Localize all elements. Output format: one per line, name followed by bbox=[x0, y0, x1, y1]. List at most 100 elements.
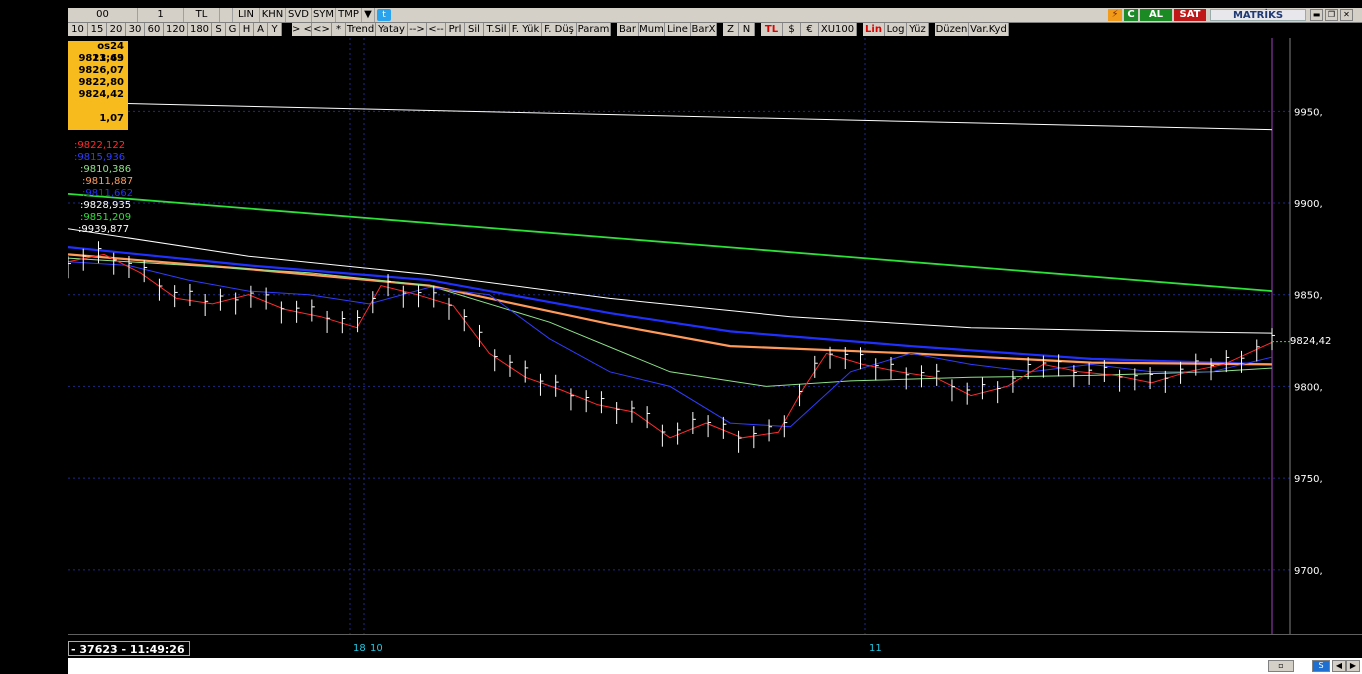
toolbar-button-40[interactable]: Lin bbox=[863, 23, 885, 36]
row1-field-4[interactable]: LIN bbox=[233, 8, 260, 22]
toolbar-button-4[interactable]: 60 bbox=[145, 23, 164, 36]
y-tick-label-2: 9850, bbox=[1294, 291, 1323, 302]
info-open: 9823,63 bbox=[78, 53, 124, 64]
left-black-gutter bbox=[0, 0, 68, 674]
info-high: 9826,07 bbox=[78, 65, 124, 76]
toolbar-button-28[interactable]: Mum bbox=[639, 23, 665, 36]
row1-field-2[interactable]: TL bbox=[184, 8, 220, 22]
toolbar-button-13[interactable]: > < bbox=[292, 23, 312, 36]
scroll-thumb[interactable]: ▫ bbox=[1268, 660, 1294, 672]
info-low: 9822,80 bbox=[78, 77, 124, 88]
close-icon[interactable]: ✕ bbox=[1340, 9, 1353, 21]
indicator-value-6: :9851,209 bbox=[80, 212, 132, 223]
y-tick-label-3: 9800, bbox=[1294, 382, 1323, 393]
row1-field-6[interactable]: SVD bbox=[286, 8, 312, 22]
toolbar-button-23[interactable]: F. Yük bbox=[510, 23, 542, 36]
y-tick-label-1: 9900, bbox=[1294, 199, 1323, 210]
indicator-value-4: :9811,662 bbox=[82, 188, 134, 199]
series-white_top bbox=[68, 101, 1273, 131]
toolbar-button-17[interactable]: Yatay bbox=[376, 23, 408, 36]
series-blue_thick bbox=[68, 246, 1273, 366]
time-label-2: 11 bbox=[869, 643, 882, 654]
toolbar-button-25[interactable]: Param bbox=[577, 23, 611, 36]
toolbar-button-3[interactable]: 30 bbox=[126, 23, 145, 36]
indicator-value-2: :9810,386 bbox=[80, 164, 132, 175]
toolbar-button-20[interactable]: Prl bbox=[446, 23, 465, 36]
toolbar-button-18[interactable]: --> bbox=[408, 23, 427, 36]
toolbar-button-29[interactable]: Line bbox=[665, 23, 691, 36]
toolbar-button-41[interactable]: Log bbox=[885, 23, 907, 36]
sync-icon[interactable]: S bbox=[1312, 660, 1330, 672]
top-settings-bar: 00 1 TL LIN KHN SVD SYM TMP ▼ t ⚡ C AL SAT MATRİKS ▬ ❐ ✕ bbox=[68, 8, 1362, 23]
toolbar-button-36[interactable]: $ bbox=[783, 23, 801, 36]
toolbar-button-35[interactable]: TL bbox=[761, 23, 783, 36]
lightning-icon[interactable]: ⚡ bbox=[1108, 9, 1122, 21]
row1-field-5[interactable]: KHN bbox=[260, 8, 286, 22]
time-label-0: 18 bbox=[353, 643, 366, 654]
toolbar-button-32[interactable]: Z bbox=[723, 23, 739, 36]
toolbar-button-19[interactable]: <-- bbox=[427, 23, 446, 36]
scroll-right-icon[interactable]: ▶ bbox=[1346, 660, 1360, 672]
time-axis: - 37623 - 11:49:26 18 10 11 bbox=[68, 634, 1362, 659]
toolbar-button-8[interactable]: G bbox=[226, 23, 240, 36]
y-tick-label-4: 9750, bbox=[1294, 474, 1323, 485]
chart-window: 00 1 TL LIN KHN SVD SYM TMP ▼ t ⚡ C AL SAT MATRİKS ▬ ❐ ✕ … bbox=[68, 0, 1362, 674]
scroll-left-icon[interactable]: ◀ bbox=[1332, 660, 1346, 672]
toolbar-button-30[interactable]: BarX bbox=[691, 23, 717, 36]
brand-logo: MATRİKS bbox=[1210, 9, 1306, 21]
toolbar-button-2[interactable]: 20 bbox=[107, 23, 126, 36]
row1-field-1[interactable]: 1 bbox=[138, 8, 184, 22]
indicator-value-5: :9828,935 bbox=[80, 200, 132, 211]
sell-button[interactable]: SAT bbox=[1174, 9, 1206, 21]
toolbar-button-45[interactable]: Var.Kyd bbox=[969, 23, 1009, 36]
series-orange_ma bbox=[68, 253, 1273, 366]
indicator-values: :9822,122:9815,936:9810,386:9811,887:981… bbox=[68, 140, 178, 236]
indicator-value-1: :9815,936 bbox=[74, 152, 126, 163]
row1-dropdown-9[interactable]: ▼ bbox=[362, 8, 375, 22]
row1-field-0[interactable]: 00 bbox=[68, 8, 138, 22]
series-blue_thin bbox=[68, 261, 1273, 428]
toolbar-button-5[interactable]: 120 bbox=[164, 23, 188, 36]
time-label-1: 10 bbox=[370, 643, 383, 654]
price-chart-svg[interactable]: 9950, 9900, 9850, 9800, 9750, 9700, bbox=[68, 38, 1362, 634]
toolbar-button-6[interactable]: 180 bbox=[188, 23, 212, 36]
toolbar-button-0[interactable]: 10 bbox=[68, 23, 88, 36]
toolbar-button-24[interactable]: F. Düş bbox=[542, 23, 577, 36]
row1-field-7[interactable]: SYM bbox=[312, 8, 336, 22]
toolbar-button-16[interactable]: Trend bbox=[346, 23, 376, 36]
toolbar-button-27[interactable]: Bar bbox=[617, 23, 639, 36]
toolbar-button-10[interactable]: A bbox=[254, 23, 268, 36]
toolbar-button-37[interactable]: € bbox=[801, 23, 819, 36]
chart-toolbar: 10 15 20 30 60 120 180 S G H A Y > < <> * Trend Yatay -->… bbox=[68, 23, 1362, 37]
toolbar-button-14[interactable]: <> bbox=[312, 23, 332, 36]
toolbar-button-9[interactable]: H bbox=[240, 23, 254, 36]
last-price-label: 9824,42 bbox=[1290, 335, 1332, 347]
row1-dropdown-3[interactable] bbox=[220, 8, 233, 22]
y-tick-label-5: 9700, bbox=[1294, 566, 1323, 577]
toolbar-button-22[interactable]: T.Sil bbox=[484, 23, 510, 36]
series-red_ma bbox=[68, 253, 1273, 439]
toolbar-button-21[interactable]: Sil bbox=[465, 23, 484, 36]
info-change: 1,07 bbox=[99, 113, 124, 124]
buy-button[interactable]: AL bbox=[1140, 9, 1172, 21]
minimize-icon[interactable]: ▬ bbox=[1310, 9, 1323, 21]
toolbar-button-33[interactable]: N bbox=[739, 23, 755, 36]
info-close: 9824,42 bbox=[78, 89, 124, 100]
toolbar-button-44[interactable]: Düzen bbox=[935, 23, 969, 36]
toolbar-button-42[interactable]: Yüz bbox=[907, 23, 929, 36]
ohlc-info-box: os24 11:49 9823,63 9826,07 9822,80 9824,… bbox=[68, 41, 128, 130]
status-bar: ▫ S ◀ ▶ bbox=[68, 658, 1362, 674]
restore-icon[interactable]: ❐ bbox=[1325, 9, 1338, 21]
toolbar-button-1[interactable]: 15 bbox=[88, 23, 107, 36]
toolbar-button-11[interactable]: Y bbox=[268, 23, 282, 36]
indicator-value-7: :9939,877 bbox=[78, 224, 130, 235]
twitter-icon[interactable]: t bbox=[377, 9, 391, 21]
toolbar-button-7[interactable]: S bbox=[212, 23, 226, 36]
indicator-value-0: :9822,122 bbox=[74, 140, 126, 151]
refresh-icon[interactable]: C bbox=[1124, 9, 1138, 21]
toolbar-button-38[interactable]: XU100 bbox=[819, 23, 857, 36]
price-chart[interactable]: 9950, 9900, 9850, 9800, 9750, 9700, 9824,42 bbox=[68, 38, 1362, 634]
toolbar-button-15[interactable]: * bbox=[332, 23, 346, 36]
row1-field-8[interactable]: TMP bbox=[336, 8, 362, 22]
